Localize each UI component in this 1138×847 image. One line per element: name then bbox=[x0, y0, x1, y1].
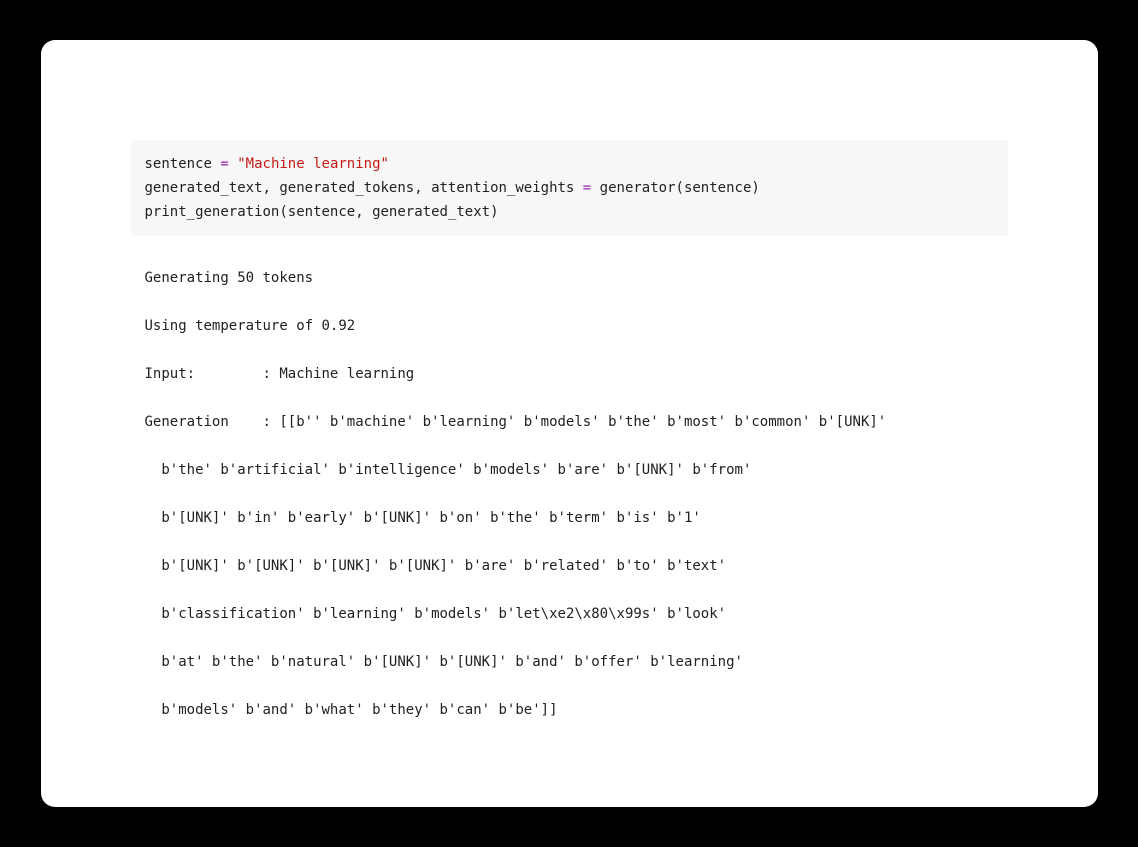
code-cell[interactable]: sentence = "Machine learning" generated_… bbox=[131, 140, 1008, 236]
code-line-3: print_generation(sentence, generated_tex… bbox=[145, 200, 994, 224]
output-line: Using temperature of 0.92 bbox=[145, 314, 1008, 338]
notebook-window: sentence = "Machine learning" generated_… bbox=[41, 40, 1098, 807]
output-line: Generating 50 tokens bbox=[145, 266, 1008, 290]
output-line: b'[UNK]' b'in' b'early' b'[UNK]' b'on' b… bbox=[145, 506, 1008, 530]
output-line: b'models' b'and' b'what' b'they' b'can' … bbox=[145, 698, 1008, 722]
output-line: Generation : [[b'' b'machine' b'learning… bbox=[145, 410, 1008, 434]
code-line-1: sentence = "Machine learning" bbox=[145, 152, 994, 176]
output-line: b'classification' b'learning' b'models' … bbox=[145, 602, 1008, 626]
output-line: b'[UNK]' b'[UNK]' b'[UNK]' b'[UNK]' b'ar… bbox=[145, 554, 1008, 578]
output-area: Generating 50 tokens Using temperature o… bbox=[131, 266, 1008, 722]
output-line: b'at' b'the' b'natural' b'[UNK]' b'[UNK]… bbox=[145, 650, 1008, 674]
output-line: b'the' b'artificial' b'intelligence' b'm… bbox=[145, 458, 1008, 482]
code-line-2: generated_text, generated_tokens, attent… bbox=[145, 176, 994, 200]
output-line: Input: : Machine learning bbox=[145, 362, 1008, 386]
